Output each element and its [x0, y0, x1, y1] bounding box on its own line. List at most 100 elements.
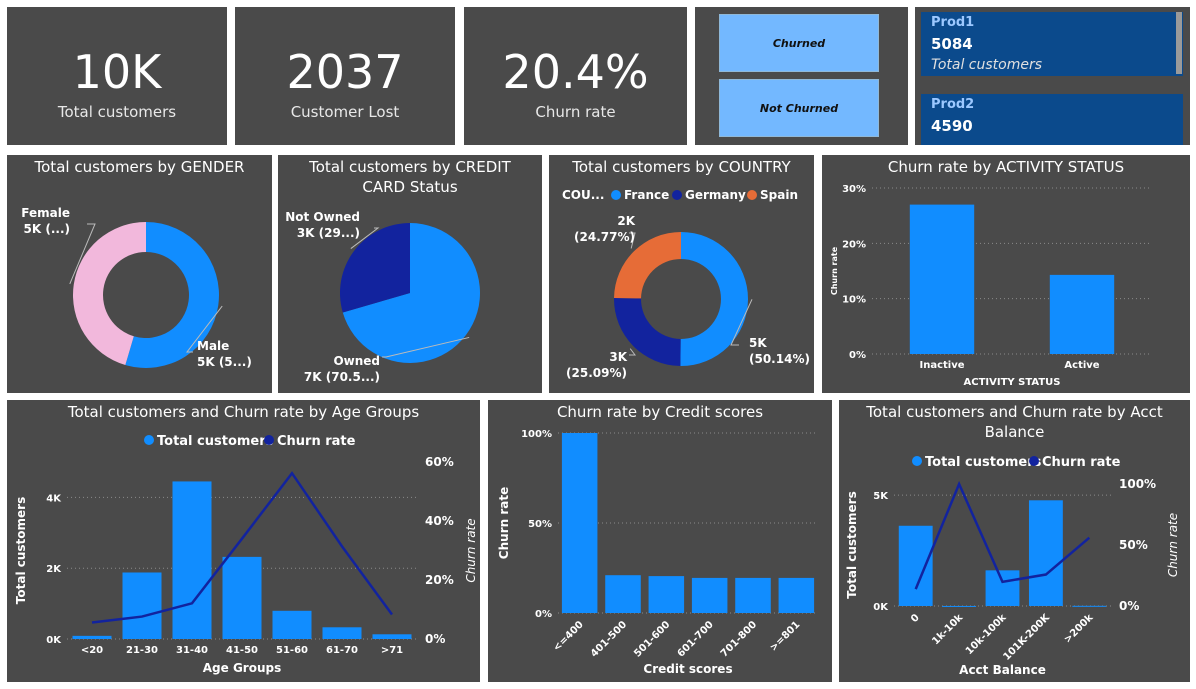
slice-label: 2K [617, 214, 635, 228]
activity-chart: Churn rate by ACTIVITY STATUS 0% 10% 20% 30… [822, 155, 1190, 393]
x-tick-label: Active [1064, 360, 1099, 371]
y-tick-label: 0% [849, 350, 866, 361]
credit-scores-chart: Churn rate by Credit scores 0% 50% 100% <=4… [488, 400, 832, 682]
bar->=801 [778, 577, 815, 613]
kpi-value: 20.4% [502, 45, 649, 99]
x-tick-label: 101K-200K [1001, 611, 1052, 662]
y2-tick-label: 20% [425, 573, 454, 587]
x-tick-label: 31-40 [176, 645, 208, 656]
bar-401-500 [605, 575, 641, 613]
bar-61-70 [322, 627, 362, 639]
x-tick-label: 0 [909, 612, 922, 625]
y-tick-label: 20% [842, 239, 866, 250]
legend-marker-germany [672, 190, 682, 200]
activity-bar-svg: 0% 10% 20% 30% Inactive ActiveACTIVITY STATUS… [830, 184, 1152, 388]
bar-101k-200k [1028, 500, 1063, 606]
kpi-value: 2037 [286, 45, 404, 99]
kpi-customer-lost: 2037 Customer Lost [235, 7, 455, 145]
bar-<=400 [561, 433, 598, 613]
legend-label-total-customers: Total customers [157, 434, 274, 449]
bar-51-60 [272, 610, 312, 639]
slice-label: 5K [749, 336, 767, 350]
x-tick-label: 401-500 [589, 619, 629, 659]
y-tick-label: 100% [521, 429, 552, 440]
slice-label: Owned [333, 354, 380, 368]
x-tick-label: 21-30 [126, 645, 158, 656]
slice-value-label: 3K (29...) [297, 226, 360, 240]
credit-card-pie-svg: Owned 7K (70.5...) Not Owned 3K (29...) [285, 210, 480, 384]
x-tick-label: 701-800 [719, 619, 759, 659]
slice-value-label: 5K (...) [24, 222, 70, 236]
slice-label: Not Owned [285, 210, 360, 224]
bar-601-700 [691, 577, 728, 613]
bar-0 [898, 525, 933, 606]
country-chart: Total customers by COUNTRY COU... France G… [549, 155, 814, 393]
legend-label-churn-rate: Churn rate [1042, 455, 1121, 470]
y2-tick-label: 40% [425, 514, 454, 528]
slicer-churned-button[interactable]: Churned [719, 14, 879, 72]
bar-active [1049, 274, 1115, 354]
x-tick-label: 1k-10k [930, 612, 965, 647]
slice-label: 3K [609, 350, 627, 364]
churn-slicer: Churned Not Churned [695, 7, 908, 145]
product-sublabel: Total customers [931, 57, 1043, 73]
legend-label-germany: Germany [685, 188, 746, 202]
bar-1k-10k [942, 605, 977, 607]
y-axis-title: Total customers [845, 491, 859, 598]
scrollbar[interactable] [1176, 12, 1182, 74]
bar-21-30 [122, 572, 162, 639]
y-axis-title: Churn rate [830, 246, 839, 295]
x-tick-label: <20 [81, 645, 103, 656]
slicer-not-churned-button[interactable]: Not Churned [719, 79, 879, 137]
balance-combo-svg: Total customers Churn rate0K5K0%50%100%0 1… [845, 455, 1180, 677]
x-tick-label: 61-70 [326, 645, 358, 656]
product-value: 4590 [931, 117, 973, 135]
y2-tick-label: 50% [1119, 538, 1148, 552]
age-groups-chart: Total customers and Churn rate by Age Gr… [7, 400, 480, 682]
credit-scores-bar-svg: 0% 50% 100% <=400 401-500 501-600 601-700 701-8… [497, 429, 818, 676]
y-axis-title: Total customers [14, 497, 28, 604]
bar-inactive [909, 204, 975, 354]
legend-label-churn-rate: Churn rate [277, 434, 356, 449]
product-card-prod2[interactable]: Prod2 4590 [921, 94, 1183, 145]
y2-tick-label: 0% [1119, 599, 1139, 613]
y2-tick-label: 0% [425, 632, 445, 646]
bar-31-40 [172, 481, 212, 639]
product-cards: Prod1 5084 Total customers Prod2 4590 [915, 7, 1190, 145]
y-tick-label: 0% [535, 609, 552, 620]
legend-marker-france [611, 190, 621, 200]
product-card-prod1[interactable]: Prod1 5084 Total customers [921, 12, 1183, 76]
bar-701-800 [735, 577, 771, 613]
slice-value-label: 7K (70.5...) [304, 370, 380, 384]
product-name: Prod2 [931, 97, 975, 112]
legend-marker-churn-rate [1029, 456, 1039, 466]
y2-axis-title: Churn rate [1166, 513, 1180, 577]
bar-501-600 [648, 576, 685, 613]
x-tick-label: 41-50 [226, 645, 258, 656]
bar-41-50 [222, 556, 262, 639]
y-axis-title: Churn rate [497, 487, 511, 559]
legend-marker-total-customers [912, 456, 922, 466]
y2-axis-title: Churn rate [464, 518, 478, 582]
y-tick-label: 5K [873, 491, 889, 502]
y2-tick-label: 100% [1119, 477, 1156, 491]
legend-marker-total-customers [144, 435, 154, 445]
legend-marker-spain [747, 190, 757, 200]
product-name: Prod1 [931, 15, 975, 30]
product-value: 5084 [931, 35, 973, 53]
x-tick-label: 601-700 [676, 619, 716, 659]
x-tick-label: >71 [381, 645, 403, 656]
legend-label-spain: Spain [760, 188, 798, 202]
leader-line [629, 348, 636, 356]
x-axis-title: Credit scores [643, 662, 732, 676]
x-tick-label: 51-60 [276, 645, 308, 656]
x-tick-label: >=801 [768, 619, 802, 653]
balance-chart: Total customers and Churn rate by Acct B… [839, 400, 1190, 682]
kpi-value: 10K [72, 45, 162, 99]
x-axis-title: Age Groups [203, 661, 281, 675]
legend-label-france: France [624, 188, 669, 202]
kpi-label: Total customers [57, 103, 177, 121]
bar-<20 [72, 635, 112, 639]
x-axis-title: Acct Balance [959, 663, 1046, 677]
slice-value-label: (50.14%) [749, 352, 810, 366]
